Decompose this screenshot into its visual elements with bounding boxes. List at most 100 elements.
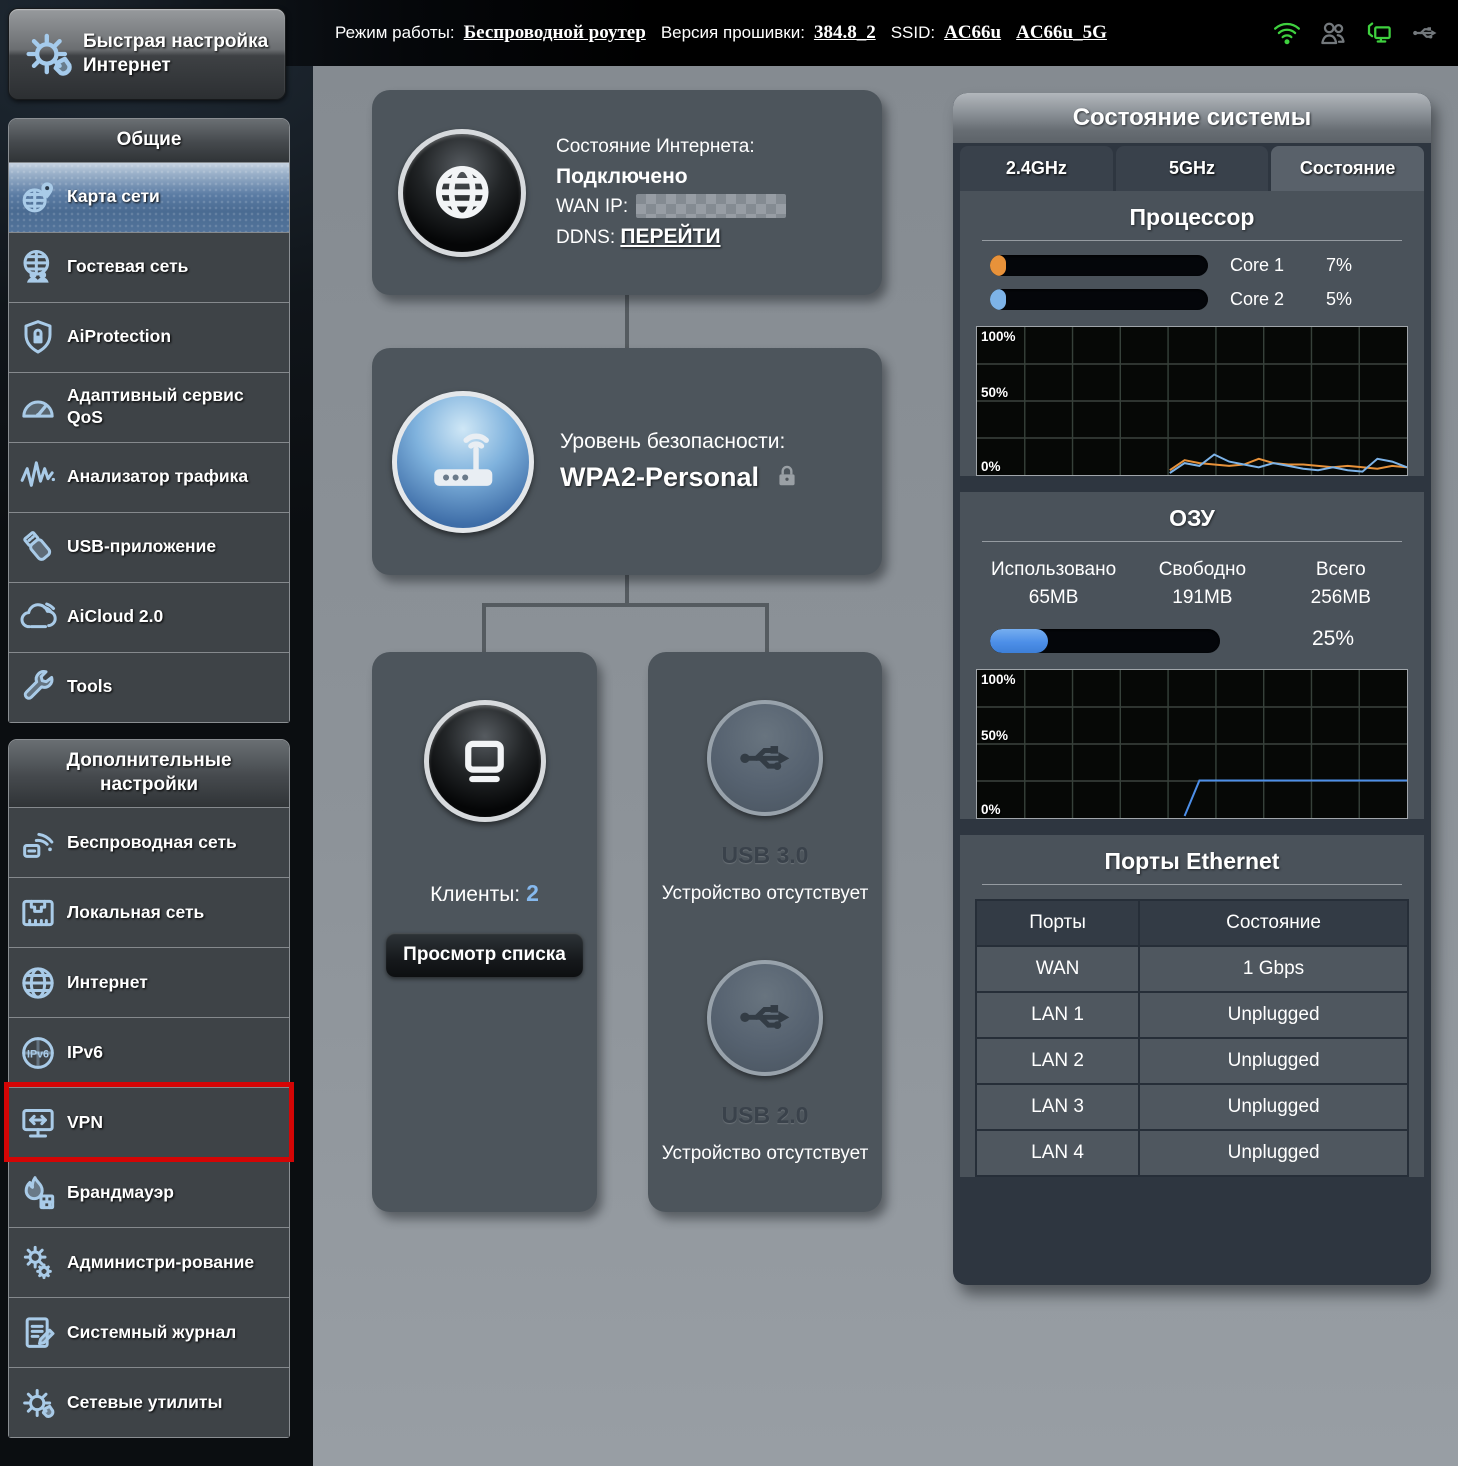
- wan-ip-label: WAN IP:: [556, 196, 628, 217]
- sidebar-item-lan[interactable]: Локальная сеть: [9, 877, 289, 947]
- main-content: Состояние Интернета: Подключено WAN IP: …: [313, 66, 1458, 1466]
- internet-status-value: Подключено: [556, 161, 786, 193]
- connector-security-down: [625, 575, 629, 605]
- ssid-link-24[interactable]: AC66u: [944, 22, 1001, 44]
- sidebar-item-label: Гостевая сеть: [67, 256, 196, 278]
- sidebar-item-ipv6[interactable]: IPv6IPv6: [9, 1017, 289, 1087]
- clients-label: Клиенты:: [430, 883, 520, 906]
- mode-link[interactable]: Беспроводной роутер: [464, 22, 646, 44]
- connector-usb: [765, 603, 769, 652]
- table-cell: LAN 4: [976, 1130, 1139, 1176]
- ram-graph: 100% 50% 0%: [976, 669, 1408, 819]
- sidebar-item-qos[interactable]: Адаптивный сервис QoS: [9, 372, 289, 442]
- sidebar-item-aiprotection[interactable]: AiProtection: [9, 302, 289, 372]
- quick-setup-label: Быстрая настройка Интернет: [83, 30, 268, 78]
- sidebar-item-label: Системный журнал: [67, 1322, 244, 1344]
- sidebar-item-label: Брандмауэр: [67, 1182, 182, 1204]
- system-status-panel: Состояние системы 2.4GHz5GHzСостояние Пр…: [953, 93, 1431, 1285]
- ram-usage-fill: [990, 629, 1048, 653]
- sidebar-item-aicloud[interactable]: AiCloud 2.0: [9, 582, 289, 652]
- tab-состояние[interactable]: Состояние: [1271, 146, 1424, 191]
- sidebar-item-label: USB-приложение: [67, 536, 224, 558]
- table-row: LAN 2Unplugged: [976, 1038, 1408, 1084]
- ethernet-title: Порты Ethernet: [960, 835, 1424, 875]
- devices-status-icon[interactable]: [1364, 18, 1394, 48]
- lock-icon: [774, 463, 800, 489]
- graph-axis-label: 50%: [981, 728, 1008, 743]
- sidebar-item-administration[interactable]: Администри-рование: [9, 1227, 289, 1297]
- ram-usage-bar: [990, 629, 1220, 653]
- internet-globe-icon[interactable]: [398, 129, 526, 257]
- cpu-core-bar: [990, 255, 1208, 276]
- ssid-link-5[interactable]: AC66u_5G: [1016, 22, 1107, 44]
- mode-label: Режим работы:: [335, 23, 455, 43]
- usb-status-icon[interactable]: [1410, 18, 1440, 48]
- graph-axis-label: 0%: [981, 459, 1001, 474]
- cpu-core-label: Core 1: [1230, 255, 1302, 276]
- guest-network-icon: [9, 247, 67, 287]
- connector-internet-security: [625, 295, 629, 348]
- sidebar-item-label: AiProtection: [67, 326, 179, 348]
- usb3-icon[interactable]: [707, 700, 823, 816]
- clients-status-icon[interactable]: [1318, 18, 1348, 48]
- sidebar-item-network-tools[interactable]: Сетевые утилиты: [9, 1367, 289, 1437]
- clients-icon[interactable]: [424, 700, 546, 822]
- cpu-cores: Core 17%Core 25%: [960, 255, 1424, 310]
- table-cell: Unplugged: [1139, 1038, 1408, 1084]
- status-tabs: 2.4GHz5GHzСостояние: [960, 146, 1424, 191]
- ram-percent: 25%: [1312, 627, 1354, 651]
- ddns-label: DDNS:: [556, 227, 615, 248]
- security-card: Уровень безопасности: WPA2-Personal: [372, 348, 882, 575]
- view-list-button[interactable]: Просмотр списка: [386, 933, 583, 977]
- usb3-title: USB 3.0: [648, 842, 882, 869]
- sidebar-item-guest-network[interactable]: Гостевая сеть: [9, 232, 289, 302]
- sidebar-item-label: Сетевые утилиты: [67, 1392, 230, 1414]
- table-cell: LAN 1: [976, 992, 1139, 1038]
- sidebar-section-title: Дополнительные настройки: [9, 740, 289, 807]
- sidebar-item-wireless[interactable]: Беспроводная сеть: [9, 807, 289, 877]
- sidebar-item-label: Карта сети: [67, 186, 168, 208]
- firmware-label: Версия прошивки:: [661, 23, 805, 43]
- ssid-label: SSID:: [891, 23, 935, 43]
- security-level-label: Уровень безопасности:: [560, 426, 800, 458]
- ram-used: Использовано65MB: [974, 556, 1133, 611]
- usb2-icon[interactable]: [707, 960, 823, 1076]
- lan-icon: [9, 893, 67, 933]
- cpu-core-bar: [990, 289, 1208, 310]
- table-cell: Unplugged: [1139, 1084, 1408, 1130]
- router-icon[interactable]: [392, 391, 534, 533]
- table-cell: LAN 2: [976, 1038, 1139, 1084]
- table-cell: 1 Gbps: [1139, 946, 1408, 992]
- sidebar-item-label: Интернет: [67, 972, 156, 994]
- cloud-icon: [9, 597, 67, 637]
- sidebar-item-traffic-analyzer[interactable]: Анализатор трафика: [9, 442, 289, 512]
- sidebar-item-tools[interactable]: Tools: [9, 652, 289, 722]
- graph-axis-label: 0%: [981, 802, 1001, 817]
- tab-2-4ghz[interactable]: 2.4GHz: [960, 146, 1113, 191]
- sidebar-item-system-log[interactable]: Системный журнал: [9, 1297, 289, 1367]
- graph-axis-label: 100%: [981, 672, 1016, 687]
- sidebar-item-wan[interactable]: Интернет: [9, 947, 289, 1017]
- sidebar-item-label: Локальная сеть: [67, 902, 212, 924]
- usb2-status: Устройство отсутствует: [648, 1141, 882, 1168]
- firewall-icon: [9, 1173, 67, 1213]
- sidebar-item-label: Беспроводная сеть: [67, 832, 245, 854]
- sidebar-item-network-map[interactable]: Карта сети: [9, 162, 289, 232]
- sidebar-item-vpn[interactable]: VPN: [9, 1087, 289, 1157]
- wifi-status-icon[interactable]: [1272, 18, 1302, 48]
- table-cell: Unplugged: [1139, 1130, 1408, 1176]
- firmware-link[interactable]: 384.8_2: [814, 22, 876, 44]
- graph-axis-label: 50%: [981, 385, 1008, 400]
- wan-ip-blurred: [636, 194, 786, 218]
- sidebar-item-usb-application[interactable]: USB-приложение: [9, 512, 289, 582]
- tab-5ghz[interactable]: 5GHz: [1116, 146, 1269, 191]
- column-header: Порты: [976, 900, 1139, 946]
- cpu-core-row: Core 1 7%: [960, 255, 1424, 276]
- sidebar-section-title: Общие: [9, 119, 289, 162]
- table-row: LAN 3Unplugged: [976, 1084, 1408, 1130]
- cpu-core-value: 7%: [1326, 255, 1352, 276]
- shield-icon: [9, 317, 67, 357]
- quick-setup-button[interactable]: Быстрая настройка Интернет: [8, 8, 286, 100]
- ddns-link[interactable]: ПЕРЕЙТИ: [620, 225, 720, 248]
- sidebar-item-firewall[interactable]: Брандмауэр: [9, 1157, 289, 1227]
